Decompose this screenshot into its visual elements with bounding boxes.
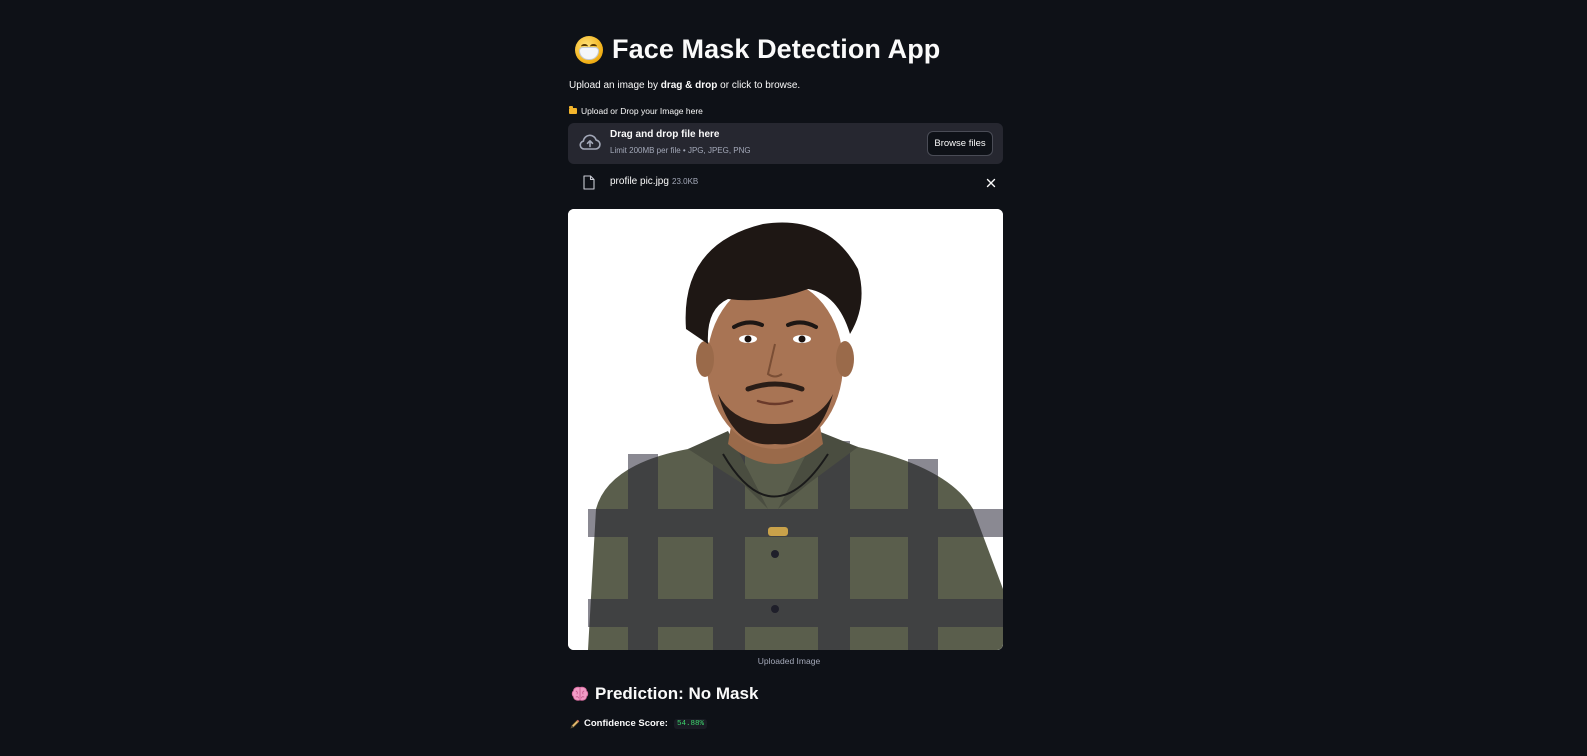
cloud-upload-icon — [579, 134, 601, 150]
prediction-heading: Prediction: No Mask — [571, 684, 758, 704]
brain-icon — [571, 686, 589, 701]
uploaded-file-name: profile pic.jpg — [610, 176, 669, 187]
mask-face-emoji-icon — [575, 35, 603, 64]
pencil-icon — [570, 719, 580, 729]
prediction-text: Prediction: No Mask — [595, 684, 759, 703]
uploaded-file-row: profile pic.jpg 23.0KB — [575, 172, 1003, 194]
intro-prefix: Upload an image by — [569, 80, 661, 91]
dropzone-limit: Limit 200MB per file • JPG, JPEG, PNG — [610, 146, 751, 155]
uploader-label: Upload or Drop your Image here — [569, 106, 703, 116]
image-caption: Uploaded Image — [757, 656, 821, 666]
uploaded-file-size: 23.0KB — [672, 177, 699, 186]
browse-files-button[interactable]: Browse files — [927, 131, 993, 156]
confidence-score: Confidence Score: 54.88% — [570, 718, 707, 729]
file-icon — [583, 175, 595, 190]
confidence-value: 54.88% — [673, 718, 707, 729]
uploaded-image — [568, 209, 1003, 650]
remove-file-close-icon[interactable] — [984, 176, 998, 190]
dropzone-title: Drag and drop file here — [610, 129, 720, 140]
page-title-text: Face Mask Detection App — [612, 34, 941, 64]
file-dropzone[interactable]: Drag and drop file here Limit 200MB per … — [568, 123, 1003, 164]
intro-suffix: or click to browse. — [717, 80, 801, 91]
page-title: Face Mask Detection App — [575, 34, 940, 65]
uploaded-photo-illustration — [568, 209, 1003, 650]
folder-icon — [569, 106, 577, 114]
intro-text: Upload an image by drag & drop or click … — [569, 80, 800, 91]
confidence-label: Confidence Score: — [584, 718, 668, 729]
intro-emphasis: drag & drop — [660, 80, 718, 91]
uploader-label-text: Upload or Drop your Image here — [581, 106, 703, 116]
